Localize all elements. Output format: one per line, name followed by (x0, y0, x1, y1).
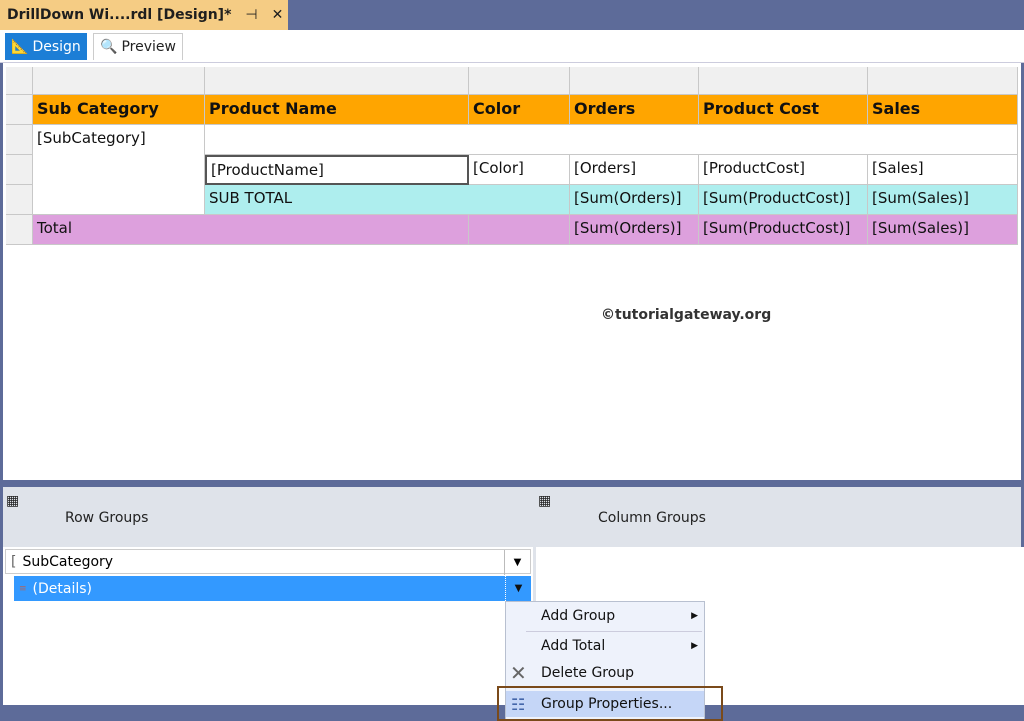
total-empty[interactable] (469, 215, 570, 245)
subtotal-cell[interactable]: [Sum(Orders)] (570, 185, 699, 215)
total-cell[interactable]: [Sum(ProductCost)] (699, 215, 868, 245)
header-cell[interactable]: Sales (868, 95, 1018, 125)
detail-cell[interactable]: [ProductCost] (699, 155, 868, 185)
design-icon: 📐 (11, 38, 29, 55)
preview-icon: 🔍 (100, 39, 118, 55)
group-subcategory[interactable]: [SubCategory ▼ (5, 549, 531, 575)
tab-title: DrillDown Wi....rdl [Design]* (7, 7, 232, 23)
column-groups-icon: ▦ (538, 493, 552, 509)
design-tab[interactable]: 📐 Design (5, 33, 87, 60)
column-handle[interactable] (868, 67, 1018, 95)
detail-cell[interactable]: [Orders] (570, 155, 699, 185)
row-handle[interactable] (6, 215, 33, 245)
dropdown-arrow[interactable]: ▼ (505, 576, 531, 601)
document-tab[interactable]: DrillDown Wi....rdl [Design]* ⊣ ✕ (0, 0, 288, 30)
view-toolbar: 📐 Design 🔍 Preview (0, 30, 1024, 63)
column-handle[interactable] (570, 67, 699, 95)
group-details[interactable]: ≡ (Details) ▼ (14, 576, 531, 601)
row-handle[interactable] (6, 95, 33, 125)
subtotal-cell[interactable]: [Sum(Sales)] (868, 185, 1018, 215)
row-groups-list: [SubCategory ▼ ≡ (Details) ▼ (3, 547, 533, 705)
menu-delete-group[interactable]: ✕ Delete Group (506, 660, 704, 686)
highlight-box (497, 686, 723, 721)
column-handle[interactable] (205, 67, 469, 95)
column-handle[interactable] (469, 67, 570, 95)
group-bracket-icon: [ (11, 553, 17, 570)
detail-cell[interactable]: [Color] (469, 155, 570, 185)
header-cell[interactable]: Product Name (205, 95, 469, 125)
subtotal-cell[interactable]: [Sum(ProductCost)] (699, 185, 868, 215)
watermark: ©tutorialgateway.org (601, 307, 772, 323)
column-handle[interactable] (6, 67, 33, 95)
row-handle[interactable] (6, 185, 33, 215)
dropdown-arrow[interactable]: ▼ (504, 550, 530, 575)
total-cell[interactable]: [Sum(Orders)] (570, 215, 699, 245)
total-label[interactable]: Total (33, 215, 469, 245)
delete-icon: ✕ (510, 661, 527, 685)
pin-icon[interactable]: ⊣ (245, 7, 257, 23)
row-handle[interactable] (6, 155, 33, 185)
submenu-arrow-icon: ▶ (691, 641, 698, 651)
group-cell[interactable]: [SubCategory] (33, 125, 205, 215)
row-handle[interactable] (6, 125, 33, 155)
row-groups-title: Row Groups (65, 510, 149, 526)
preview-tab[interactable]: 🔍 Preview (93, 33, 183, 60)
menu-add-group[interactable]: Add Group ▶ (506, 603, 704, 629)
column-groups-title: Column Groups (598, 510, 706, 526)
submenu-arrow-icon: ▶ (691, 611, 698, 621)
total-cell[interactable]: [Sum(Sales)] (868, 215, 1018, 245)
column-handle[interactable] (33, 67, 205, 95)
column-handle[interactable] (699, 67, 868, 95)
group-row-empty[interactable] (205, 125, 1018, 155)
header-cell[interactable]: Orders (570, 95, 699, 125)
close-icon[interactable]: ✕ (272, 7, 284, 23)
header-cell[interactable]: Color (469, 95, 570, 125)
detail-cell[interactable]: [Sales] (868, 155, 1018, 185)
menu-add-total[interactable]: Add Total ▶ (506, 633, 704, 659)
detail-cell[interactable]: [ProductName] (205, 155, 469, 185)
subtotal-label[interactable]: SUB TOTAL (205, 185, 570, 215)
header-cell[interactable]: Product Cost (699, 95, 868, 125)
details-icon: ≡ (19, 583, 27, 594)
header-cell[interactable]: Sub Category (33, 95, 205, 125)
report-design-canvas: Sub Category Product Name Color Orders Produ… (0, 63, 1024, 480)
row-groups-icon: ▦ (6, 493, 20, 509)
